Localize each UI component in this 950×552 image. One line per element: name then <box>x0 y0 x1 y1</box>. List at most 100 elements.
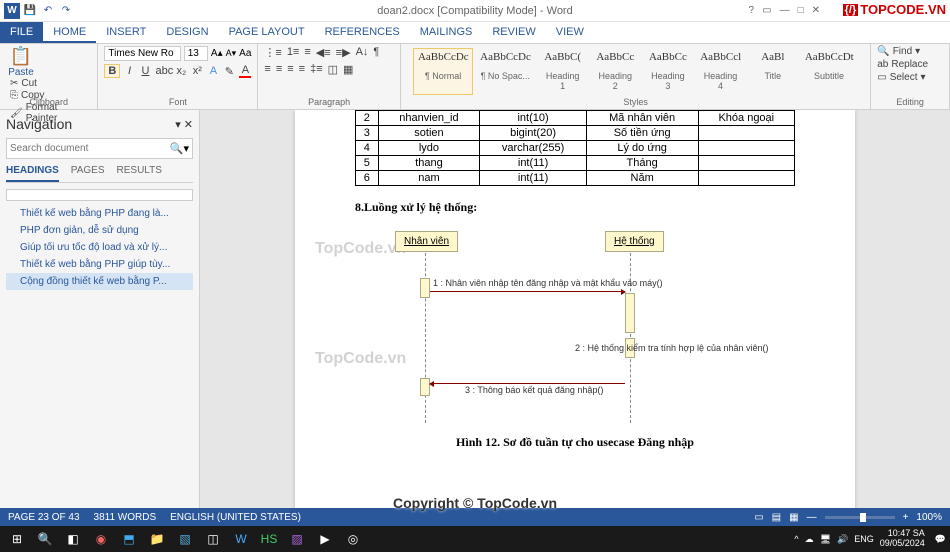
line-spacing-icon[interactable]: ‡≡ <box>310 63 323 76</box>
style-heading-4[interactable]: AaBbCclHeading 4 <box>695 48 746 95</box>
superscript-button[interactable]: x² <box>191 65 203 77</box>
find-button[interactable]: 🔍Find ▾ <box>877 46 943 57</box>
cut-button[interactable]: ✂Cut <box>10 78 91 89</box>
change-case-icon[interactable]: Aa <box>239 48 251 59</box>
shrink-font-icon[interactable]: A▾ <box>226 48 237 59</box>
tab-references[interactable]: REFERENCES <box>315 22 410 43</box>
view-print-icon[interactable]: ▤ <box>772 512 781 523</box>
font-name-select[interactable]: Times New Ro <box>104 46 180 61</box>
nav-heading-item[interactable]: Giúp tối ưu tốc độ load và xử lý... <box>6 239 193 256</box>
nav-tab-pages[interactable]: PAGES <box>71 165 105 182</box>
undo-icon[interactable]: ↶ <box>40 3 56 19</box>
view-readmode-icon[interactable]: ▭ <box>754 512 763 523</box>
nav-search[interactable]: 🔍▾ <box>6 138 193 159</box>
tray-lang[interactable]: ENG <box>854 534 874 544</box>
app-icon[interactable]: ⬒ <box>116 528 142 550</box>
ribbon-collapse-icon[interactable]: ? <box>749 5 755 16</box>
shading-icon[interactable]: ◫ <box>328 63 338 76</box>
showmarks-icon[interactable]: ¶ <box>373 46 379 59</box>
ribbon-display-icon[interactable]: ▭ <box>762 5 771 16</box>
tab-mailings[interactable]: MAILINGS <box>410 22 483 43</box>
bold-button[interactable]: B <box>104 64 119 78</box>
taskview-icon[interactable]: ◧ <box>60 528 86 550</box>
tab-design[interactable]: DESIGN <box>156 22 218 43</box>
tab-file[interactable]: FILE <box>0 22 43 43</box>
document-area[interactable]: 2nhanvien_idint(10)Mã nhân viênKhóa ngoạ… <box>200 110 950 508</box>
text-effects-icon[interactable]: A <box>207 65 219 77</box>
nav-tab-results[interactable]: RESULTS <box>117 165 162 182</box>
maximize-icon[interactable]: □ <box>798 5 804 16</box>
align-left-icon[interactable]: ≡ <box>264 63 270 76</box>
zoom-slider[interactable] <box>825 516 895 519</box>
style-subtitle[interactable]: AaBbCcDtSubtitle <box>800 48 858 95</box>
page-indicator[interactable]: PAGE 23 OF 43 <box>8 512 80 523</box>
font-color-icon[interactable]: A <box>239 64 251 78</box>
app-icon[interactable]: ▧ <box>172 528 198 550</box>
word-taskbar-icon[interactable]: W <box>228 528 254 550</box>
select-button[interactable]: ▭Select ▾ <box>877 72 943 83</box>
app-icon[interactable]: ▨ <box>284 528 310 550</box>
search-button[interactable]: 🔍 <box>32 528 58 550</box>
search-icon[interactable]: 🔍▾ <box>170 142 189 155</box>
start-button[interactable]: ⊞ <box>4 528 30 550</box>
tab-view[interactable]: VIEW <box>546 22 594 43</box>
nav-top-heading[interactable] <box>6 189 193 201</box>
app-icon[interactable]: ◉ <box>88 528 114 550</box>
align-center-icon[interactable]: ≡ <box>276 63 282 76</box>
bullets-icon[interactable]: ⋮≡ <box>264 46 281 59</box>
style-heading-3[interactable]: AaBbCcHeading 3 <box>643 48 694 95</box>
style-title[interactable]: AaBlTitle <box>748 48 798 95</box>
app-icon[interactable]: HS <box>256 528 282 550</box>
grow-font-icon[interactable]: A▴ <box>211 48 223 59</box>
style--normal[interactable]: AaBbCcDc¶ Normal <box>413 48 473 95</box>
word-count[interactable]: 3811 WORDS <box>94 512 157 523</box>
dedent-icon[interactable]: ◀≡ <box>316 46 331 59</box>
tab-pagelayout[interactable]: PAGE LAYOUT <box>219 22 315 43</box>
notifications-icon[interactable]: 💬 <box>935 534 946 545</box>
font-size-select[interactable]: 13 <box>184 46 208 61</box>
view-web-icon[interactable]: ▦ <box>789 512 798 523</box>
tab-insert[interactable]: INSERT <box>96 22 156 43</box>
style-heading-1[interactable]: AaBbC(Heading 1 <box>537 48 588 95</box>
save-icon[interactable]: 💾 <box>22 3 38 19</box>
tray-icon[interactable]: 🖥 <box>820 534 831 545</box>
style--no-spac-[interactable]: AaBbCcDc¶ No Spac... <box>475 48 535 95</box>
tray-icon[interactable]: ☁ <box>805 534 814 545</box>
nav-tab-headings[interactable]: HEADINGS <box>6 165 59 182</box>
zoom-out-icon[interactable]: — <box>807 512 817 523</box>
app-icon[interactable]: 📁 <box>144 528 170 550</box>
tray-volume-icon[interactable]: 🔊 <box>837 534 848 545</box>
redo-icon[interactable]: ↷ <box>58 3 74 19</box>
subscript-button[interactable]: x₂ <box>175 65 187 77</box>
underline-button[interactable]: U <box>140 65 152 77</box>
app-icon[interactable]: ◎ <box>340 528 366 550</box>
close-icon[interactable]: ✕ <box>812 5 820 16</box>
highlight-icon[interactable]: ✎ <box>223 65 235 78</box>
italic-button[interactable]: I <box>124 65 136 77</box>
app-icon[interactable]: ◫ <box>200 528 226 550</box>
app-icon[interactable]: ▶ <box>312 528 338 550</box>
taskbar-clock[interactable]: 10:47 SA09/05/2024 <box>880 529 929 549</box>
paste-button[interactable]: 📋Paste <box>6 46 36 78</box>
nav-heading-item[interactable]: Cộng đồng thiết kế web bằng P... <box>6 273 193 290</box>
tab-review[interactable]: REVIEW <box>482 22 545 43</box>
nav-heading-item[interactable]: Thiết kế web bằng PHP đang là... <box>6 205 193 222</box>
nav-heading-item[interactable]: Thiết kế web bằng PHP giúp tùy... <box>6 256 193 273</box>
borders-icon[interactable]: ▦ <box>343 63 353 76</box>
multilevel-icon[interactable]: ≡ <box>304 46 310 59</box>
tab-home[interactable]: HOME <box>43 22 96 43</box>
nav-heading-item[interactable]: PHP đơn giản, dễ sử dụng <box>6 222 193 239</box>
sort-icon[interactable]: A↓ <box>356 46 369 59</box>
replace-button[interactable]: abReplace <box>877 59 943 70</box>
justify-icon[interactable]: ≡ <box>299 63 305 76</box>
numbering-icon[interactable]: 1≡ <box>287 46 300 59</box>
style-heading-2[interactable]: AaBbCcHeading 2 <box>590 48 641 95</box>
align-right-icon[interactable]: ≡ <box>287 63 293 76</box>
indent-icon[interactable]: ≡▶ <box>336 46 351 59</box>
search-input[interactable] <box>10 143 170 154</box>
language-indicator[interactable]: ENGLISH (UNITED STATES) <box>170 512 301 523</box>
strike-button[interactable]: abc <box>156 65 172 77</box>
tray-chevron-icon[interactable]: ^ <box>794 534 798 544</box>
zoom-level[interactable]: 100% <box>916 512 942 523</box>
zoom-in-icon[interactable]: + <box>903 512 909 523</box>
